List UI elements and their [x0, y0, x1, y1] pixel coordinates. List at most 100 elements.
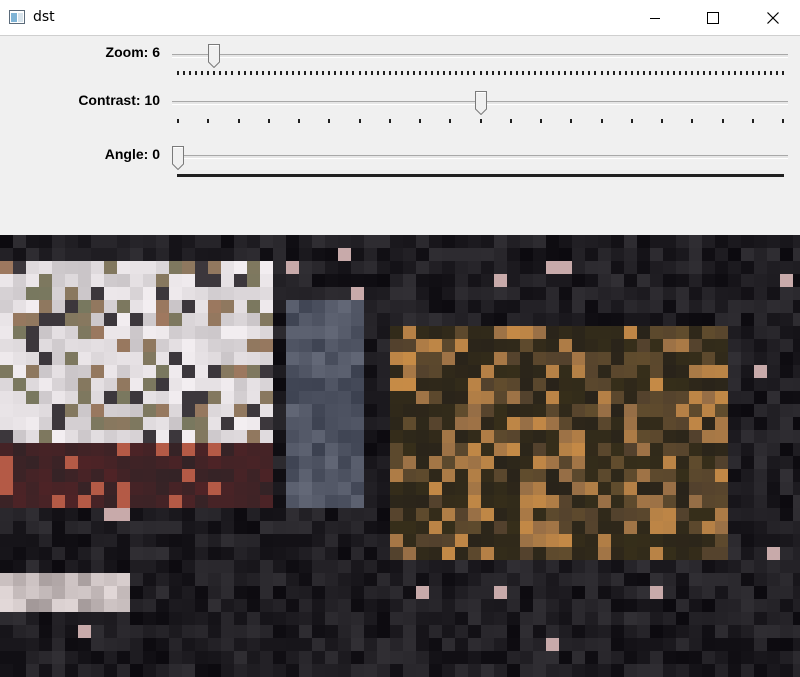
image-pixel-block — [559, 456, 572, 469]
image-pixel-block — [299, 365, 312, 378]
image-pixel-block — [507, 287, 520, 300]
image-pixel-block — [247, 638, 260, 651]
image-pixel-block — [481, 586, 494, 599]
image-pixel-block — [273, 274, 286, 287]
image-pixel-block — [650, 430, 663, 443]
image-pixel-block — [598, 430, 611, 443]
trackbar-contrast-thumb[interactable] — [475, 91, 487, 115]
image-pixel-block — [663, 352, 676, 365]
tick-mark — [522, 71, 524, 75]
image-pixel-block — [728, 469, 741, 482]
image-pixel-block — [728, 534, 741, 547]
image-pixel-block — [754, 391, 767, 404]
image-pixel-block — [611, 508, 624, 521]
image-pixel-block — [702, 274, 715, 287]
minimize-button[interactable] — [632, 0, 678, 36]
image-pixel-block — [377, 300, 390, 313]
trackbar-zoom-thumb[interactable] — [208, 44, 220, 68]
image-pixel-block — [468, 391, 481, 404]
image-pixel-block — [689, 339, 702, 352]
image-pixel-block — [507, 651, 520, 664]
image-pixel-block — [52, 547, 65, 560]
image-pixel-block — [494, 456, 507, 469]
image-pixel-block — [585, 638, 598, 651]
image-pixel-block — [117, 287, 130, 300]
image-pixel-block — [325, 430, 338, 443]
tick-mark — [734, 71, 736, 75]
image-pixel-block — [442, 625, 455, 638]
image-pixel-block — [403, 287, 416, 300]
image-pixel-block — [52, 339, 65, 352]
image-pixel-block — [780, 261, 793, 274]
image-pixel-block — [429, 326, 442, 339]
image-pixel-block — [156, 274, 169, 287]
image-pixel-block — [416, 261, 429, 274]
image-pixel-block — [520, 508, 533, 521]
image-pixel-block — [78, 365, 91, 378]
image-display[interactable] — [0, 235, 800, 677]
image-pixel-block — [403, 365, 416, 378]
image-pixel-block — [52, 521, 65, 534]
image-pixel-block — [702, 404, 715, 417]
image-pixel-block — [143, 352, 156, 365]
image-pixel-block — [741, 300, 754, 313]
image-pixel-block — [117, 417, 130, 430]
close-button[interactable] — [750, 0, 796, 36]
image-pixel-block — [286, 586, 299, 599]
image-pixel-block — [52, 612, 65, 625]
image-pixel-block — [403, 456, 416, 469]
image-pixel-block — [793, 235, 800, 248]
image-pixel-block — [403, 521, 416, 534]
image-pixel-block — [793, 612, 800, 625]
image-pixel-block — [572, 573, 585, 586]
image-pixel-block — [611, 573, 624, 586]
image-pixel-block — [741, 586, 754, 599]
image-pixel-block — [195, 352, 208, 365]
image-pixel-block — [624, 365, 637, 378]
image-pixel-block — [26, 612, 39, 625]
image-pixel-block — [234, 443, 247, 456]
image-pixel-block — [559, 404, 572, 417]
trackbar-angle-thumb[interactable] — [172, 146, 184, 170]
image-pixel-block — [585, 391, 598, 404]
image-pixel-block — [364, 573, 377, 586]
image-pixel-block — [650, 339, 663, 352]
image-pixel-block — [221, 274, 234, 287]
image-pixel-block — [416, 534, 429, 547]
image-pixel-block — [377, 521, 390, 534]
image-pixel-block — [468, 248, 481, 261]
image-pixel-block — [624, 586, 637, 599]
image-pixel-block — [546, 352, 559, 365]
image-pixel-block — [455, 248, 468, 261]
image-pixel-block — [663, 664, 676, 677]
image-pixel-block — [507, 235, 520, 248]
image-pixel-block — [26, 365, 39, 378]
image-pixel-block — [481, 352, 494, 365]
trackbar-zoom-track[interactable] — [172, 54, 788, 58]
trackbar-angle-ticks — [177, 174, 784, 179]
image-pixel-block — [156, 417, 169, 430]
trackbar-angle-track[interactable] — [172, 155, 788, 159]
image-pixel-block — [247, 326, 260, 339]
image-pixel-block — [494, 430, 507, 443]
image-pixel-block — [286, 339, 299, 352]
image-pixel-block — [793, 456, 800, 469]
image-pixel-block — [455, 664, 468, 677]
image-pixel-block — [689, 521, 702, 534]
image-pixel-block — [689, 612, 702, 625]
image-pixel-block — [468, 417, 481, 430]
image-pixel-block — [767, 456, 780, 469]
image-pixel-block — [650, 547, 663, 560]
image-pixel-block — [715, 638, 728, 651]
image-pixel-block — [650, 456, 663, 469]
image-pixel-block — [637, 261, 650, 274]
image-pixel-block — [39, 326, 52, 339]
image-pixel-block — [143, 664, 156, 677]
image-pixel-block — [377, 651, 390, 664]
tick-mark — [691, 71, 693, 75]
image-pixel-block — [208, 248, 221, 261]
maximize-button[interactable] — [690, 0, 736, 36]
image-pixel-block — [234, 248, 247, 261]
image-pixel-block — [390, 664, 403, 677]
image-pixel-block — [273, 612, 286, 625]
